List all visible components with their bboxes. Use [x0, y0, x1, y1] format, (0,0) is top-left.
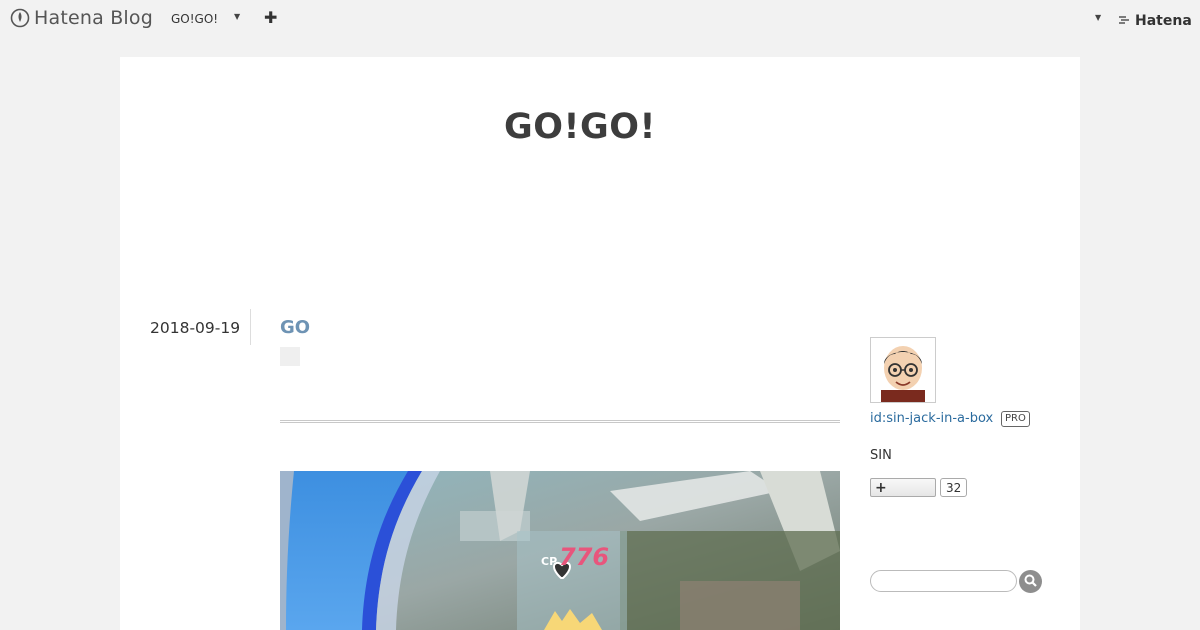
search-button[interactable] — [1019, 570, 1042, 593]
entry-photo[interactable]: CP 776 — [280, 471, 840, 630]
brand-text: Hatena Blog — [34, 7, 153, 29]
top-bar: Hatena Blog GO!GO! ▼ ✚ ▼ Hatena — [0, 0, 1200, 38]
profile-name: SIN — [870, 448, 892, 463]
avatar[interactable] — [870, 337, 936, 403]
hatena-account-menu[interactable]: Hatena — [1118, 11, 1192, 30]
pro-badge: PRO — [1001, 411, 1030, 427]
entry-title[interactable]: GO — [280, 317, 310, 338]
blog-switcher[interactable]: GO!GO! — [171, 12, 218, 26]
hatena-logo-icon — [1118, 11, 1132, 30]
search-input[interactable] — [870, 570, 1017, 592]
hatena-blog-logo-icon — [10, 8, 30, 28]
blog-card: GO!GO! 2018-09-19 GO CP 776 id:sin-jack-… — [120, 57, 1080, 630]
caret-down-icon[interactable]: ▼ — [1095, 13, 1101, 22]
follow-plus-icon: + — [875, 480, 887, 496]
cp-label: CP — [541, 555, 558, 568]
date-divider — [250, 309, 251, 345]
follow-button[interactable]: + — [870, 478, 936, 497]
entry-category-placeholder — [280, 347, 300, 366]
cp-value: 776 — [559, 543, 610, 571]
entry-divider — [280, 420, 840, 423]
profile-id-link[interactable]: id:sin-jack-in-a-box — [870, 411, 993, 426]
blog-title[interactable]: GO!GO! — [120, 107, 1040, 147]
follower-count[interactable]: 32 — [940, 478, 968, 497]
hatena-brand-text: Hatena — [1135, 12, 1192, 29]
search-icon — [1024, 572, 1037, 591]
caret-down-icon[interactable]: ▼ — [234, 12, 240, 21]
hatena-blog-logo[interactable]: Hatena Blog — [10, 6, 153, 30]
entry-date[interactable]: 2018-09-19 — [150, 319, 240, 337]
plus-icon[interactable]: ✚ — [264, 8, 277, 27]
